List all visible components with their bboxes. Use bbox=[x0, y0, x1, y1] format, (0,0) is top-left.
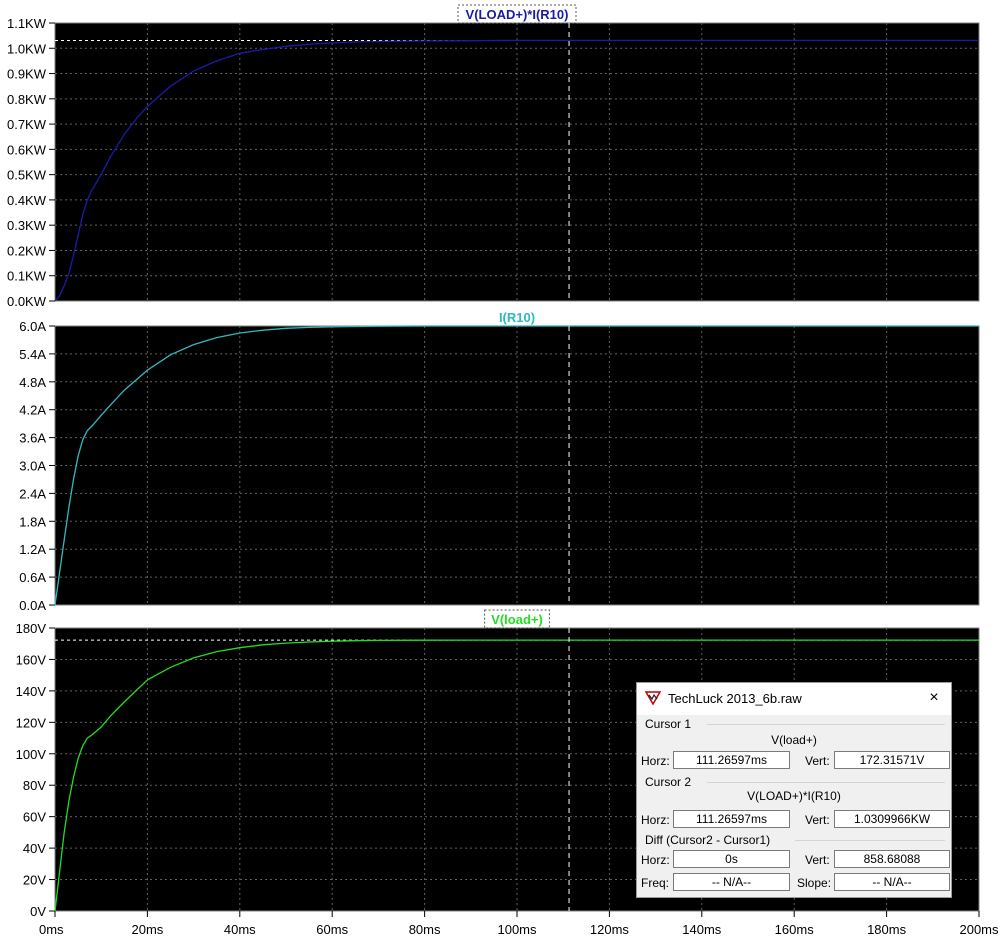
y-tick-label: 1.2A bbox=[19, 542, 46, 557]
cursor1-expression: V(load+) bbox=[771, 733, 817, 747]
y-tick-label: 0.2KW bbox=[7, 243, 47, 258]
cursor1-horz-label: Horz: bbox=[641, 754, 670, 768]
y-tick-label: 1.8A bbox=[19, 514, 46, 529]
cursor1-vert-label: Vert: bbox=[805, 754, 830, 768]
y-tick-label: 1.1KW bbox=[7, 16, 47, 31]
cursor-readout-dialog[interactable]: TechLuck 2013_6b.raw × Cursor 1 V(load+)… bbox=[636, 682, 952, 898]
diff-freq-label: Freq: bbox=[641, 876, 670, 890]
y-tick-label: 0.9KW bbox=[7, 67, 47, 82]
diff-horz-label: Horz: bbox=[641, 853, 670, 867]
x-tick-label: 40ms bbox=[224, 922, 256, 937]
diff-slope-field[interactable]: -- N/A-- bbox=[834, 873, 950, 891]
y-tick-label: 20V bbox=[23, 873, 46, 888]
y-tick-label: 40V bbox=[23, 841, 46, 856]
divider bbox=[795, 840, 945, 841]
y-tick-label: 1.0KW bbox=[7, 41, 47, 56]
y-tick-label: 0.5KW bbox=[7, 168, 47, 183]
cursor2-horz-label: Horz: bbox=[641, 813, 670, 827]
diff-vert-label: Vert: bbox=[805, 853, 830, 867]
y-tick-label: 100V bbox=[16, 747, 47, 762]
x-tick-label: 160ms bbox=[775, 922, 815, 937]
x-tick-label: 180ms bbox=[867, 922, 907, 937]
x-tick-label: 60ms bbox=[316, 922, 348, 937]
cursor1-horz-field[interactable]: 111.26597ms bbox=[673, 751, 790, 769]
y-tick-label: 180V bbox=[16, 621, 47, 636]
x-tick-label: 200ms bbox=[959, 922, 999, 937]
y-tick-label: 0.8KW bbox=[7, 92, 47, 107]
y-tick-label: 0.6KW bbox=[7, 142, 47, 157]
y-tick-label: 2.4A bbox=[19, 486, 46, 501]
y-tick-label: 0.7KW bbox=[7, 117, 47, 132]
y-tick-label: 5.4A bbox=[19, 347, 46, 362]
trace-title: V(load+) bbox=[491, 612, 543, 627]
y-tick-label: 0.3KW bbox=[7, 218, 47, 233]
y-tick-label: 0.6A bbox=[19, 570, 46, 585]
y-tick-label: 140V bbox=[16, 684, 47, 699]
cursor2-vert-field[interactable]: 1.0309966KW bbox=[834, 810, 950, 828]
x-tick-label: 100ms bbox=[497, 922, 537, 937]
close-icon[interactable]: × bbox=[923, 687, 945, 709]
cursor2-horz-field[interactable]: 111.26597ms bbox=[673, 810, 790, 828]
cursor1-label: Cursor 1 bbox=[645, 717, 692, 731]
trace-title: V(LOAD+)*I(R10) bbox=[466, 7, 569, 22]
x-tick-label: 120ms bbox=[590, 922, 630, 937]
diff-slope-label: Slope: bbox=[797, 876, 832, 890]
x-tick-label: 0ms bbox=[39, 922, 64, 937]
y-tick-label: 4.2A bbox=[19, 403, 46, 418]
y-tick-label: 80V bbox=[23, 778, 46, 793]
y-tick-label: 120V bbox=[16, 715, 47, 730]
x-tick-label: 20ms bbox=[132, 922, 164, 937]
cursor1-vert-field[interactable]: 172.31571V bbox=[834, 751, 950, 769]
x-tick-label: 140ms bbox=[682, 922, 722, 937]
diff-horz-field[interactable]: 0s bbox=[673, 850, 790, 868]
y-tick-label: 0.4KW bbox=[7, 193, 47, 208]
ltspice-app-icon bbox=[645, 691, 661, 706]
diff-freq-field[interactable]: -- N/A-- bbox=[673, 873, 790, 891]
y-tick-label: 4.8A bbox=[19, 375, 46, 390]
cursor2-expression: V(LOAD+)*I(R10) bbox=[747, 789, 841, 803]
y-tick-label: 0V bbox=[30, 904, 46, 919]
y-tick-label: 3.0A bbox=[19, 459, 46, 474]
trace-title: I(R10) bbox=[499, 310, 535, 325]
cursor2-label: Cursor 2 bbox=[645, 775, 692, 789]
y-tick-label: 0.0A bbox=[19, 598, 46, 613]
y-tick-label: 3.6A bbox=[19, 431, 46, 446]
diff-vert-field[interactable]: 858.68088 bbox=[834, 850, 950, 868]
divider bbox=[707, 782, 945, 783]
cursor2-vert-label: Vert: bbox=[805, 813, 830, 827]
y-tick-label: 0.0KW bbox=[7, 294, 47, 309]
y-tick-label: 60V bbox=[23, 810, 46, 825]
divider bbox=[707, 724, 945, 725]
dialog-title: TechLuck 2013_6b.raw bbox=[668, 691, 802, 706]
diff-label: Diff (Cursor2 - Cursor1) bbox=[645, 833, 771, 847]
dialog-titlebar[interactable]: TechLuck 2013_6b.raw × bbox=[637, 683, 951, 715]
y-tick-label: 0.1KW bbox=[7, 269, 47, 284]
y-tick-label: 6.0A bbox=[19, 319, 46, 334]
x-tick-label: 80ms bbox=[409, 922, 441, 937]
y-tick-label: 160V bbox=[16, 652, 47, 667]
